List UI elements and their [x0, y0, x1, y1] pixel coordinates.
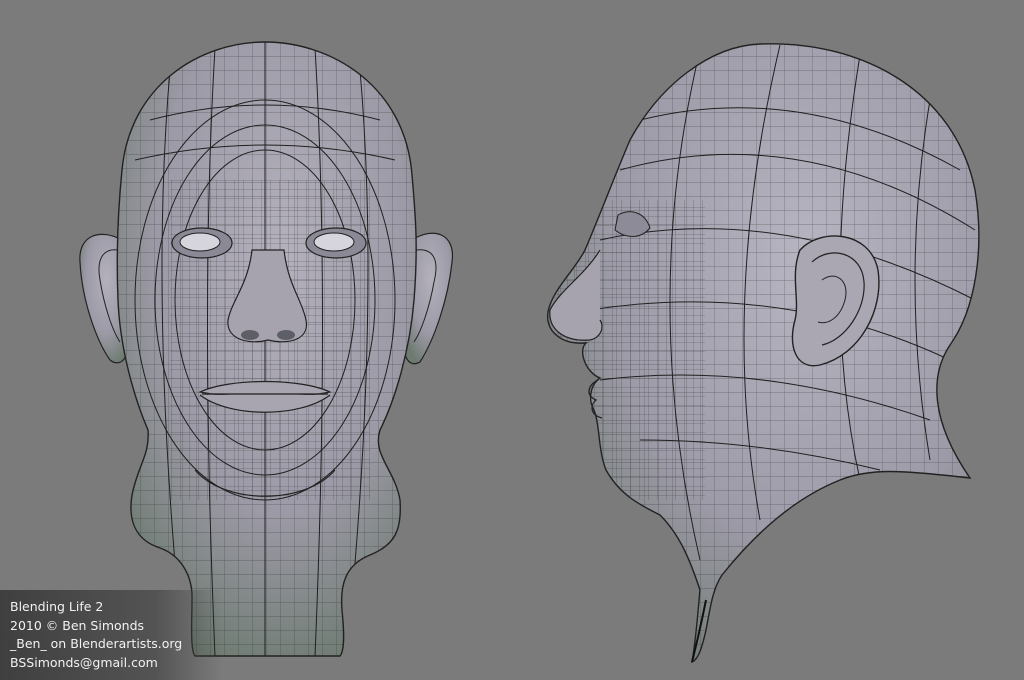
credits-overlay: Blending Life 2 2010 © Ben Simonds _Ben_… [0, 590, 222, 680]
side-view-head [546, 43, 980, 663]
credits-handle: _Ben_ on Blenderartists.org [10, 636, 183, 651]
front-view-head [79, 41, 454, 657]
credits-title: Blending Life 2 [10, 599, 104, 614]
credits-email: BSSimonds@gmail.com [10, 654, 158, 670]
credits-copyright: 2010 © Ben Simonds [10, 617, 145, 633]
head-model-render [79, 41, 980, 663]
render-viewport: Blending Life 2 2010 © Ben Simonds _Ben_… [0, 0, 1024, 680]
